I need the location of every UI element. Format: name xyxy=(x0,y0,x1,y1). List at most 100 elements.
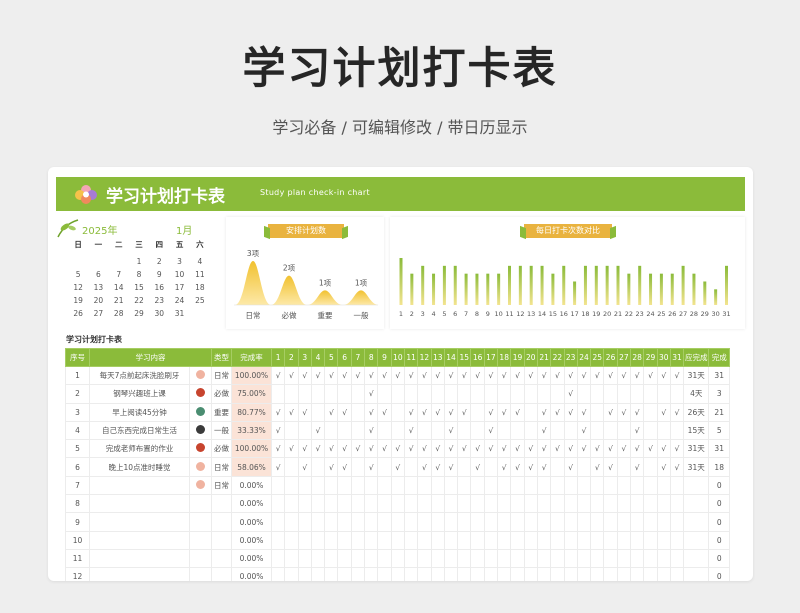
day-check-cell[interactable] xyxy=(443,530,459,550)
day-check-cell[interactable] xyxy=(630,512,645,532)
day-check-cell[interactable] xyxy=(576,494,592,514)
day-check-cell[interactable] xyxy=(550,548,565,569)
row-type[interactable]: 日常 xyxy=(211,475,232,496)
day-check-cell[interactable]: √ xyxy=(310,420,326,441)
day-check-cell[interactable]: √ xyxy=(483,402,499,422)
day-check-cell[interactable] xyxy=(523,530,538,550)
day-check-cell[interactable]: √ xyxy=(470,457,485,477)
day-check-cell[interactable] xyxy=(457,457,472,477)
row-type[interactable]: 必做 xyxy=(211,384,232,404)
row-content[interactable]: 钢琴兴趣班上课 xyxy=(89,384,190,404)
day-check-cell[interactable]: √ xyxy=(470,365,485,386)
day-check-cell[interactable] xyxy=(390,494,405,514)
day-check-cell[interactable] xyxy=(443,384,459,404)
day-check-cell[interactable]: √ xyxy=(297,402,312,422)
day-check-cell[interactable] xyxy=(350,420,366,441)
day-check-cell[interactable] xyxy=(656,548,671,569)
day-check-cell[interactable] xyxy=(590,475,605,496)
day-check-cell[interactable] xyxy=(350,384,366,404)
day-check-cell[interactable] xyxy=(364,567,379,581)
day-check-cell[interactable]: √ xyxy=(430,365,445,386)
day-check-cell[interactable] xyxy=(430,530,445,550)
day-check-cell[interactable] xyxy=(483,548,499,569)
day-check-cell[interactable] xyxy=(550,475,565,496)
day-check-cell[interactable] xyxy=(457,567,472,581)
day-check-cell[interactable]: √ xyxy=(284,439,299,459)
day-check-cell[interactable]: √ xyxy=(669,365,685,386)
day-check-cell[interactable] xyxy=(470,567,485,581)
day-check-cell[interactable]: √ xyxy=(364,384,379,404)
day-check-cell[interactable] xyxy=(576,457,592,477)
day-check-cell[interactable]: √ xyxy=(590,457,605,477)
day-check-cell[interactable] xyxy=(643,475,658,496)
day-check-cell[interactable] xyxy=(390,402,405,422)
day-check-cell[interactable]: √ xyxy=(656,402,671,422)
day-check-cell[interactable]: √ xyxy=(430,439,445,459)
day-check-cell[interactable] xyxy=(616,494,632,514)
day-check-cell[interactable]: √ xyxy=(443,457,459,477)
day-check-cell[interactable] xyxy=(497,384,512,404)
day-check-cell[interactable] xyxy=(390,567,405,581)
day-check-cell[interactable]: √ xyxy=(643,365,658,386)
row-type[interactable] xyxy=(211,530,232,550)
day-check-cell[interactable] xyxy=(310,548,326,569)
day-check-cell[interactable]: √ xyxy=(403,402,419,422)
day-check-cell[interactable] xyxy=(377,384,392,404)
day-check-cell[interactable] xyxy=(284,475,299,496)
day-check-cell[interactable]: √ xyxy=(457,365,472,386)
day-check-cell[interactable] xyxy=(643,457,658,477)
day-check-cell[interactable]: √ xyxy=(403,420,419,441)
day-check-cell[interactable] xyxy=(603,494,618,514)
day-check-cell[interactable]: √ xyxy=(523,439,538,459)
day-check-cell[interactable] xyxy=(483,567,499,581)
day-check-cell[interactable]: √ xyxy=(563,439,578,459)
day-check-cell[interactable] xyxy=(470,420,485,441)
day-check-cell[interactable]: √ xyxy=(483,439,499,459)
day-check-cell[interactable] xyxy=(403,530,419,550)
day-check-cell[interactable] xyxy=(390,512,405,532)
day-check-cell[interactable] xyxy=(337,512,352,532)
day-check-cell[interactable] xyxy=(590,494,605,514)
day-check-cell[interactable] xyxy=(430,512,445,532)
day-check-cell[interactable] xyxy=(284,512,299,532)
day-check-cell[interactable] xyxy=(630,494,645,514)
day-check-cell[interactable] xyxy=(630,548,645,569)
day-check-cell[interactable] xyxy=(523,384,538,404)
row-type[interactable]: 重要 xyxy=(211,402,232,422)
day-check-cell[interactable] xyxy=(563,475,578,496)
day-check-cell[interactable]: √ xyxy=(364,457,379,477)
day-check-cell[interactable] xyxy=(270,494,286,514)
day-check-cell[interactable] xyxy=(510,475,525,496)
day-check-cell[interactable] xyxy=(470,494,485,514)
day-check-cell[interactable] xyxy=(576,384,592,404)
day-check-cell[interactable] xyxy=(630,384,645,404)
day-check-cell[interactable] xyxy=(563,512,578,532)
row-type[interactable]: 一般 xyxy=(211,420,232,441)
day-check-cell[interactable] xyxy=(417,420,432,441)
day-check-cell[interactable]: √ xyxy=(536,402,552,422)
row-type[interactable] xyxy=(211,548,232,569)
day-check-cell[interactable]: √ xyxy=(270,365,286,386)
day-check-cell[interactable] xyxy=(350,567,366,581)
day-check-cell[interactable] xyxy=(510,530,525,550)
day-check-cell[interactable]: √ xyxy=(483,365,499,386)
day-check-cell[interactable] xyxy=(616,548,632,569)
day-check-cell[interactable] xyxy=(337,475,352,496)
day-check-cell[interactable] xyxy=(403,548,419,569)
day-check-cell[interactable]: √ xyxy=(497,365,512,386)
day-check-cell[interactable] xyxy=(324,494,339,514)
day-check-cell[interactable]: √ xyxy=(510,402,525,422)
day-check-cell[interactable] xyxy=(443,567,459,581)
day-check-cell[interactable] xyxy=(417,512,432,532)
day-check-cell[interactable] xyxy=(403,494,419,514)
row-content[interactable]: 晚上10点准时睡觉 xyxy=(89,457,190,477)
day-check-cell[interactable] xyxy=(297,475,312,496)
day-check-cell[interactable] xyxy=(603,475,618,496)
day-check-cell[interactable] xyxy=(643,512,658,532)
day-check-cell[interactable] xyxy=(417,475,432,496)
day-check-cell[interactable] xyxy=(430,384,445,404)
day-check-cell[interactable]: √ xyxy=(324,439,339,459)
day-check-cell[interactable] xyxy=(616,567,632,581)
day-check-cell[interactable] xyxy=(643,548,658,569)
row-type[interactable]: 日常 xyxy=(211,365,232,386)
